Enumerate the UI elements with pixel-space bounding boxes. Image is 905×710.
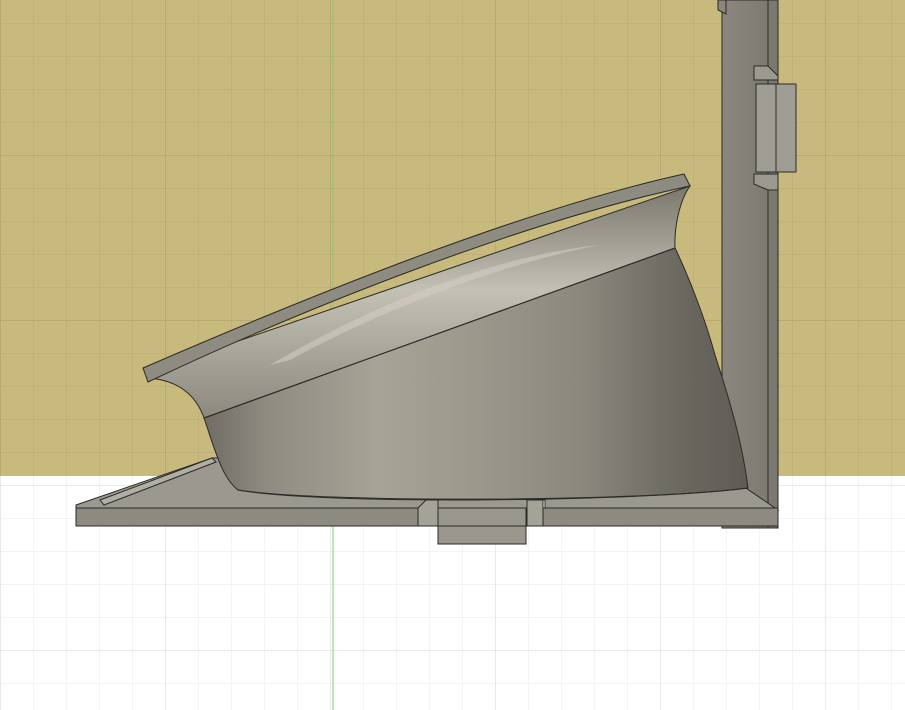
- base-notch-right: [526, 499, 544, 527]
- base-tab[interactable]: [437, 507, 527, 545]
- 3d-viewport[interactable]: [0, 0, 905, 710]
- upright-tab[interactable]: [755, 83, 797, 173]
- base-front-face-right: [542, 507, 779, 527]
- viewport-canvas[interactable]: [0, 0, 905, 710]
- base-front-face-left: [75, 507, 419, 527]
